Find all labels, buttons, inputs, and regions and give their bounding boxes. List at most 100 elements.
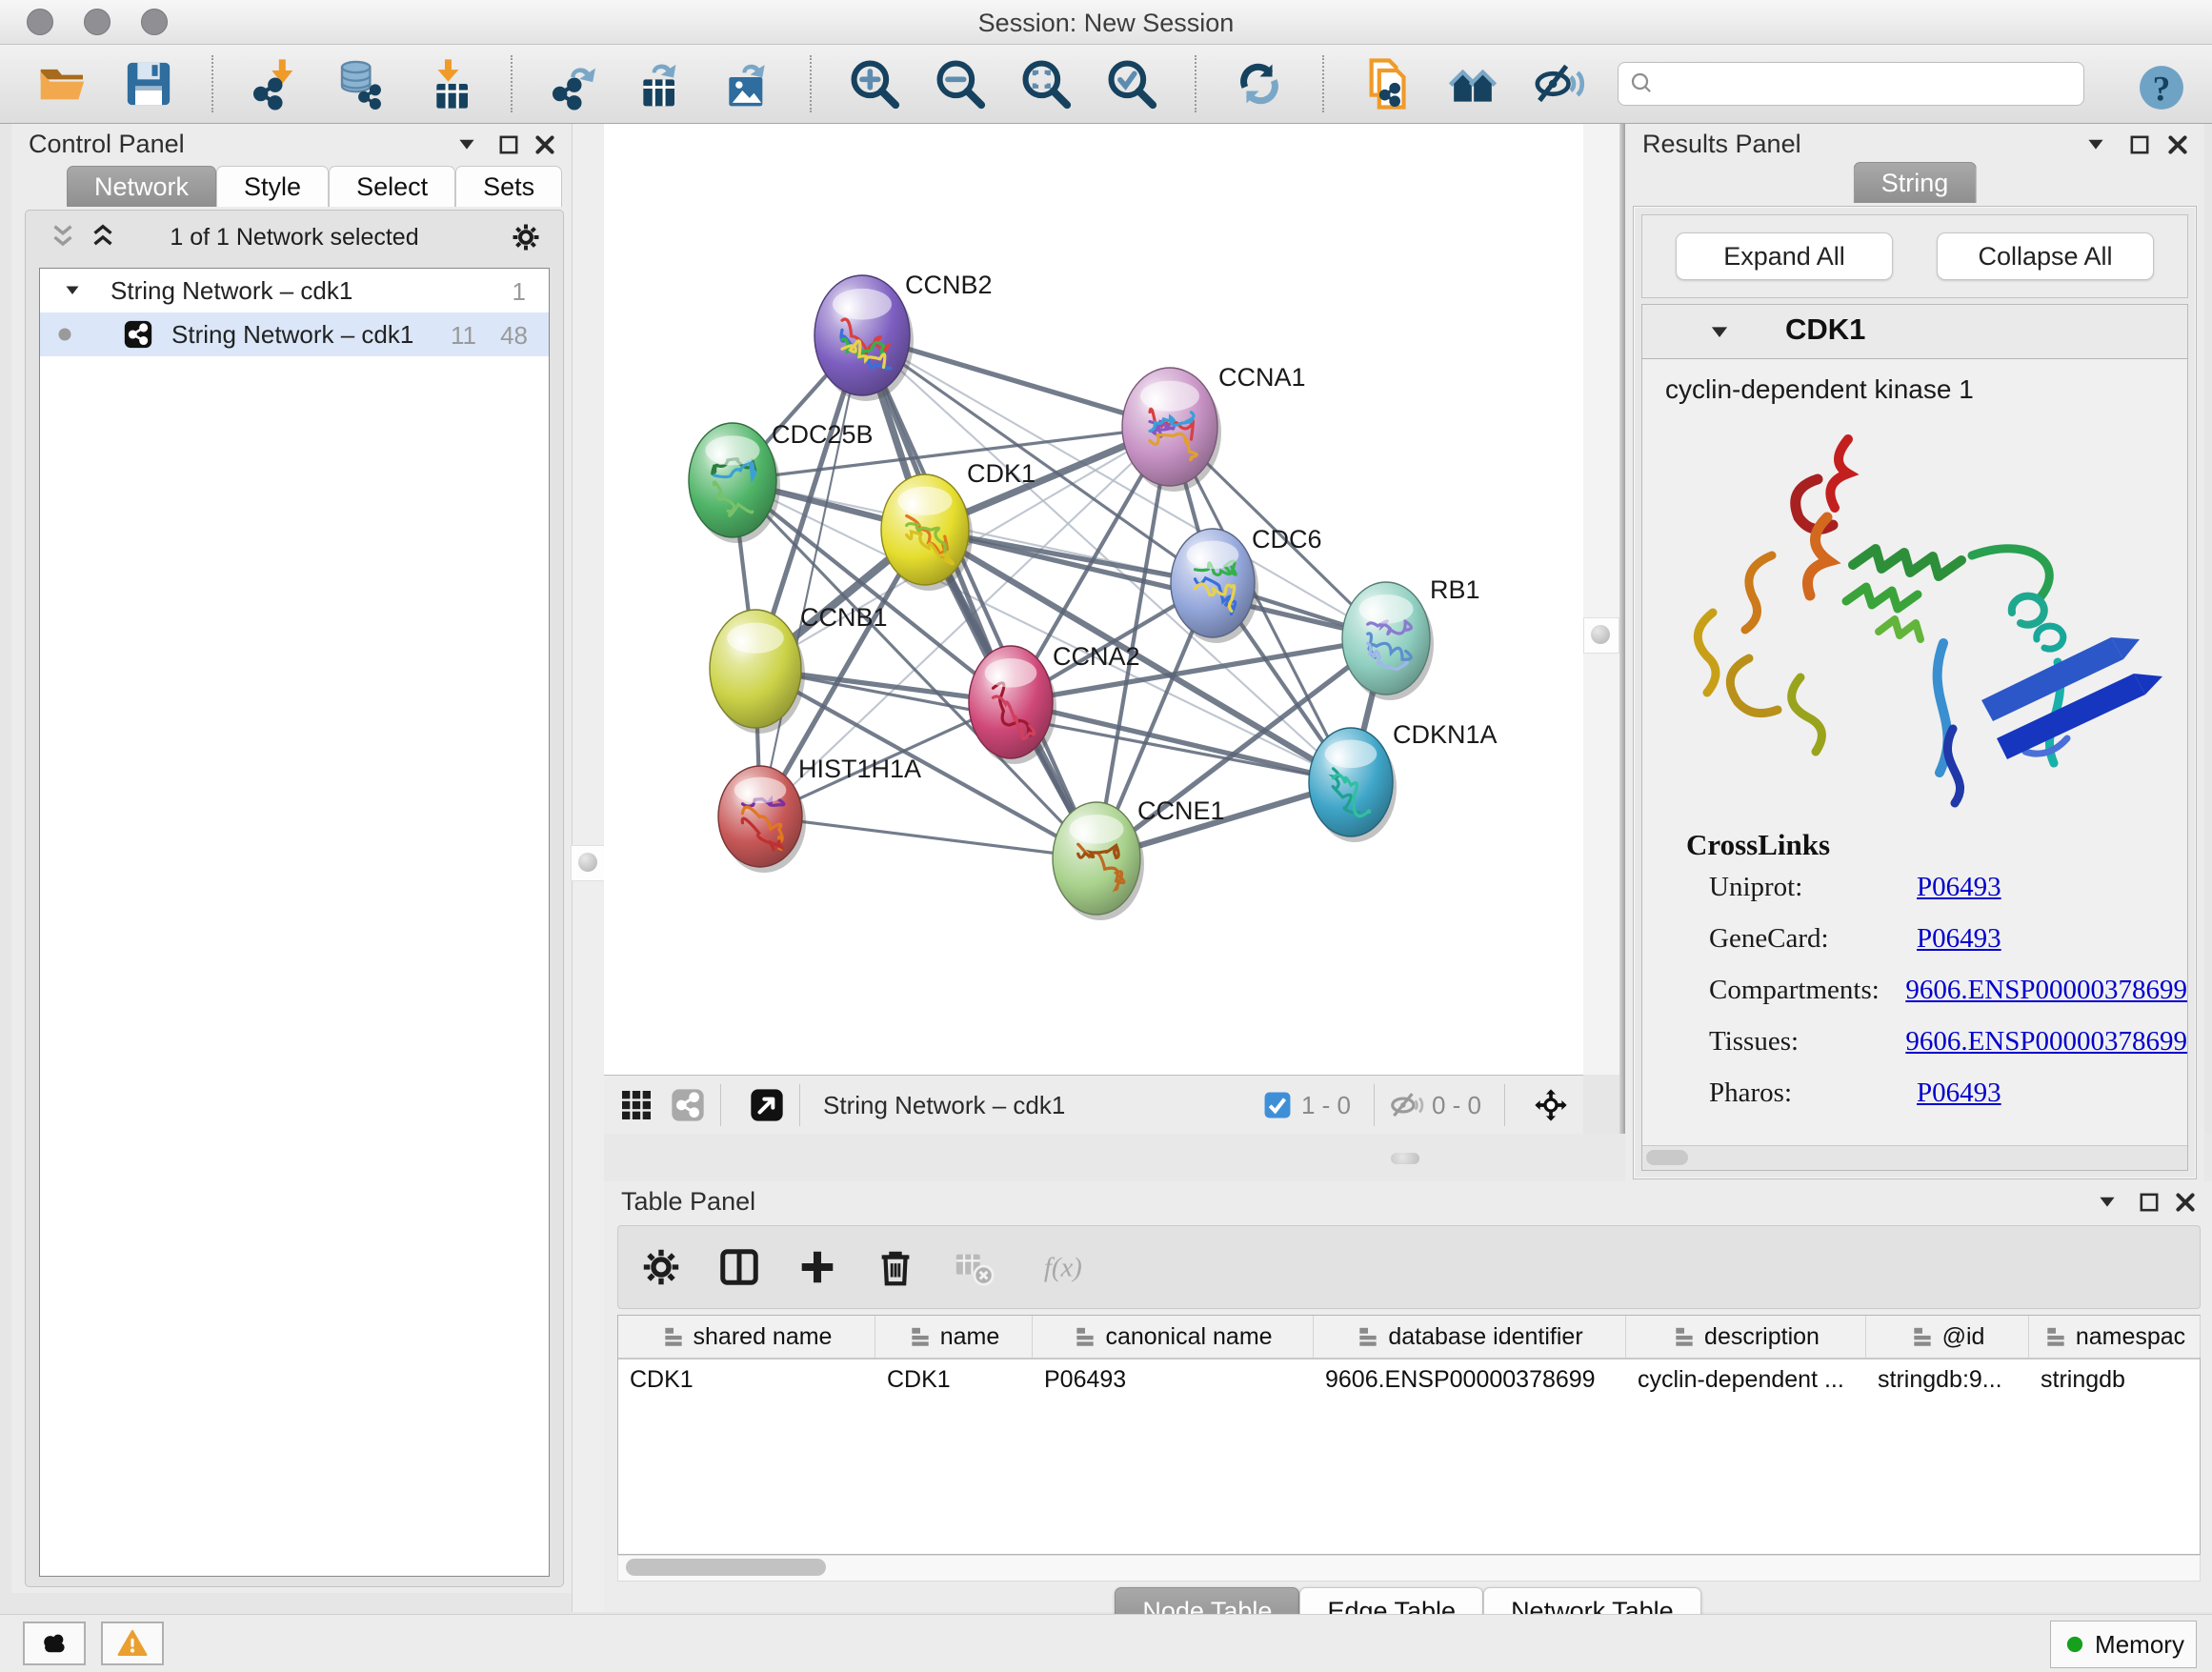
table-cell[interactable]: P06493 (1033, 1360, 1314, 1401)
network-view-icon[interactable] (669, 1086, 707, 1124)
network-graph[interactable]: CCNB2CCNA1CDC25BCDK1CDC6RB1CCNB1CCNA2CDK… (604, 124, 1583, 1075)
column-header-shared-name[interactable]: shared name (618, 1316, 875, 1358)
table-row[interactable]: CDK1CDK1P064939606.ENSP00000378699cyclin… (618, 1360, 2200, 1401)
save-icon[interactable] (122, 57, 175, 111)
expand-all-button[interactable]: Expand All (1676, 232, 1893, 280)
table-cell[interactable]: CDK1 (618, 1360, 875, 1401)
network-edge[interactable] (760, 335, 862, 816)
collapse-all-button[interactable]: Collapse All (1937, 232, 2154, 280)
help-icon[interactable]: ? (2138, 64, 2185, 111)
left-splitter-knob[interactable] (571, 845, 607, 881)
crosslink-value[interactable]: 9606.ENSP00000378699 (1905, 975, 2187, 1006)
first-neighbors-icon[interactable] (1446, 57, 1499, 111)
zoom-selected-icon[interactable] (1105, 57, 1158, 111)
crosslink-value[interactable]: P06493 (1917, 872, 2001, 903)
tab-network[interactable]: Network (67, 166, 216, 207)
results-scrollbar[interactable] (1642, 1145, 2187, 1170)
birdseye-view-icon[interactable] (748, 1086, 786, 1124)
table-panel-close-icon[interactable] (2172, 1189, 2199, 1216)
network-node-CDC6[interactable] (1171, 529, 1258, 643)
network-collection-row[interactable]: String Network – cdk1 1 (40, 269, 549, 312)
results-panel-menu-icon[interactable] (2082, 131, 2109, 158)
column-flag-icon (1073, 1324, 1097, 1349)
pan-mode-icon[interactable] (1532, 1086, 1570, 1124)
splitter-handle[interactable] (1391, 1153, 1419, 1164)
open-file-icon[interactable] (36, 57, 90, 111)
tab-style[interactable]: Style (216, 166, 329, 207)
right-splitter-knob[interactable] (1583, 617, 1619, 654)
control-panel-float-icon[interactable] (495, 131, 522, 158)
network-edge[interactable] (1011, 702, 1351, 782)
table-cell[interactable]: cyclin-dependent ... (1626, 1360, 1866, 1401)
network-node-RB1[interactable] (1342, 582, 1434, 700)
network-node-HIST1H1A[interactable] (718, 766, 806, 873)
right-splitter[interactable] (1583, 124, 1619, 1075)
network-node-CCNA1[interactable] (1122, 368, 1221, 492)
zoom-fit-icon[interactable] (1019, 57, 1073, 111)
memory-button[interactable]: Memory (2050, 1621, 2197, 1668)
column-flag-icon (908, 1324, 933, 1349)
cdk1-section-header[interactable]: CDK1 (1642, 305, 2187, 359)
import-table-icon[interactable] (421, 57, 474, 111)
table-hscrollbar[interactable] (617, 1555, 2201, 1581)
column-header-database-identifier[interactable]: database identifier (1314, 1316, 1626, 1358)
results-scrollbar-thumb[interactable] (1646, 1150, 1688, 1165)
search-box[interactable] (1618, 62, 2084, 106)
gear-icon[interactable] (639, 1245, 683, 1289)
network-node-CCNB1[interactable] (710, 610, 805, 734)
export-network-icon[interactable] (549, 57, 602, 111)
table-panel-menu-icon[interactable] (2094, 1189, 2121, 1216)
control-panel-menu-icon[interactable] (453, 131, 480, 158)
network-node-CDKN1A[interactable] (1309, 728, 1397, 842)
hidden-items-icon[interactable] (1388, 1087, 1424, 1123)
crosslink-value[interactable]: 9606.ENSP00000378699 (1905, 1026, 2187, 1058)
import-network-icon[interactable] (250, 57, 303, 111)
crosslink-value[interactable]: P06493 (1917, 923, 2001, 955)
network-node-CCNE1[interactable] (1053, 802, 1144, 920)
table-hscrollbar-thumb[interactable] (626, 1559, 826, 1576)
selected-nodes-checkbox-icon[interactable] (1261, 1089, 1294, 1121)
table-cell[interactable]: CDK1 (875, 1360, 1033, 1401)
table-cell[interactable]: stringdb (2029, 1360, 2201, 1401)
add-icon[interactable] (795, 1245, 839, 1289)
network-node-CCNB2[interactable] (814, 275, 914, 401)
column-header-description[interactable]: description (1626, 1316, 1866, 1358)
export-table-icon[interactable] (634, 57, 688, 111)
hide-selected-icon[interactable] (1532, 57, 1585, 111)
tab-sets[interactable]: Sets (455, 166, 562, 207)
network-node-CCNA2[interactable] (969, 646, 1056, 764)
network-row[interactable]: String Network – cdk1 11 48 (40, 312, 549, 356)
network-options-gear-icon[interactable] (510, 221, 542, 253)
cdk1-expander-icon[interactable] (1705, 318, 1734, 347)
trash-icon[interactable] (874, 1245, 917, 1289)
column-header-canonical-name[interactable]: canonical name (1033, 1316, 1314, 1358)
column-header--id[interactable]: @id (1866, 1316, 2029, 1358)
tab-string[interactable]: String (1854, 162, 1977, 203)
table-cell[interactable]: stringdb:9... (1866, 1360, 2029, 1401)
export-image-icon[interactable] (720, 57, 774, 111)
left-splitter[interactable] (572, 124, 605, 1612)
table-cell[interactable]: 9606.ENSP00000378699 (1314, 1360, 1626, 1401)
apply-layout-icon[interactable] (1233, 57, 1286, 111)
network-node-CDK1[interactable] (881, 474, 973, 591)
zoom-out-icon[interactable] (934, 57, 987, 111)
import-database-icon[interactable] (335, 57, 389, 111)
warnings-button[interactable] (101, 1622, 164, 1665)
search-input[interactable] (1657, 64, 2083, 104)
control-panel-close-icon[interactable] (532, 131, 558, 158)
column-header-name[interactable]: name (875, 1316, 1033, 1358)
collection-expander-icon[interactable] (61, 279, 84, 302)
cloud-button[interactable] (23, 1622, 86, 1665)
grid-view-icon[interactable] (617, 1086, 655, 1124)
zoom-in-icon[interactable] (848, 57, 901, 111)
clone-network-icon[interactable] (1360, 57, 1414, 111)
tab-select[interactable]: Select (329, 166, 455, 207)
network-edge[interactable] (760, 816, 1096, 858)
crosslink-value[interactable]: P06493 (1917, 1078, 2001, 1109)
columns-icon[interactable] (717, 1245, 761, 1289)
table-panel-float-icon[interactable] (2136, 1189, 2162, 1216)
results-panel-float-icon[interactable] (2126, 131, 2153, 158)
network-canvas[interactable]: CCNB2CCNA1CDC25BCDK1CDC6RB1CCNB1CCNA2CDK… (604, 124, 1583, 1075)
column-header-namespac[interactable]: namespac (2029, 1316, 2201, 1358)
results-panel-close-icon[interactable] (2164, 131, 2191, 158)
